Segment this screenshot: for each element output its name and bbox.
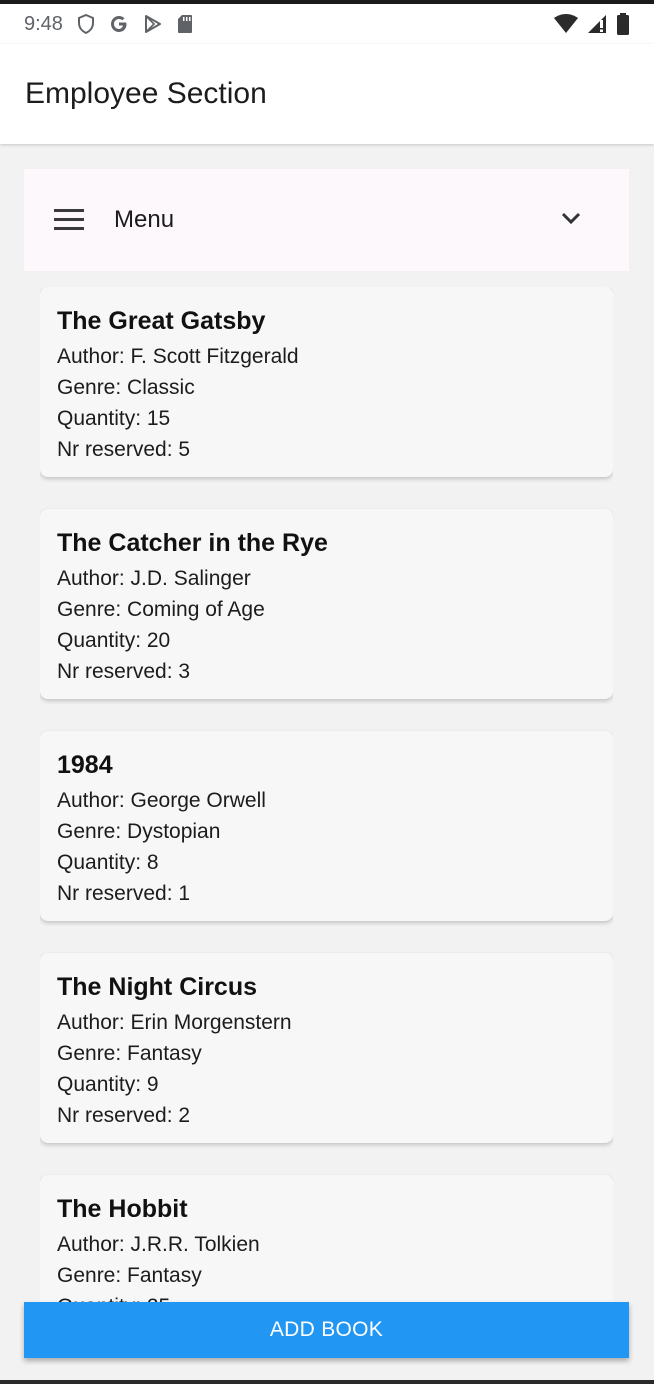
book-title: The Hobbit — [57, 1195, 188, 1223]
book-genre: Genre: Dystopian — [57, 820, 221, 843]
book-title: 1984 — [57, 751, 113, 779]
book-genre: Genre: Classic — [57, 376, 195, 399]
book-card[interactable]: The Catcher in the Rye Author: J.D. Sali… — [40, 509, 613, 699]
book-quantity: Quantity: 20 — [57, 629, 171, 652]
book-author: Author: Erin Morgenstern — [57, 1011, 292, 1034]
bottom-edge — [0, 1380, 654, 1384]
page-title: Employee Section — [25, 77, 267, 110]
signal-icon — [586, 14, 608, 34]
shield-icon — [77, 14, 95, 34]
book-author: Author: J.R.R. Tolkien — [57, 1233, 260, 1256]
book-quantity: Quantity: 9 — [57, 1073, 159, 1096]
play-store-icon — [143, 14, 163, 34]
menu-dropdown[interactable]: Menu — [24, 169, 629, 271]
book-reserved: Nr reserved: 5 — [57, 438, 191, 461]
book-quantity: Quantity: 15 — [57, 407, 171, 430]
book-card[interactable]: The Night Circus Author: Erin Morgenster… — [40, 953, 613, 1143]
book-card[interactable]: The Great Gatsby Author: F. Scott Fitzge… — [40, 287, 613, 477]
book-card[interactable]: 1984 Author: George Orwell Genre: Dystop… — [40, 731, 613, 921]
book-quantity: Quantity: 8 — [57, 851, 159, 874]
book-quantity: Quantity: 25 — [57, 1291, 596, 1302]
wifi-icon — [554, 14, 578, 34]
google-icon — [109, 14, 129, 34]
book-title: The Night Circus — [57, 973, 258, 1001]
book-reserved: Nr reserved: 1 — [57, 882, 191, 905]
book-list[interactable]: The Great Gatsby Author: F. Scott Fitzge… — [40, 287, 613, 1302]
add-book-button[interactable]: ADD BOOK — [24, 1302, 629, 1358]
book-author: Author: F. Scott Fitzgerald — [57, 345, 299, 368]
book-genre: Genre: Fantasy — [57, 1042, 202, 1065]
book-reserved: Nr reserved: 3 — [57, 660, 191, 683]
app-bar: Employee Section — [0, 44, 654, 144]
sd-card-icon — [177, 14, 193, 34]
book-genre: Genre: Fantasy — [57, 1264, 202, 1287]
book-author: Author: George Orwell — [57, 789, 266, 812]
status-time: 9:48 — [24, 12, 63, 35]
battery-icon — [616, 13, 630, 35]
menu-label: Menu — [114, 206, 175, 233]
hamburger-icon[interactable] — [54, 209, 84, 231]
chevron-down-icon[interactable] — [560, 211, 582, 227]
book-author: Author: J.D. Salinger — [57, 567, 251, 590]
status-bar: 9:48 — [0, 4, 654, 44]
book-genre: Genre: Coming of Age — [57, 598, 265, 621]
book-reserved: Nr reserved: 2 — [57, 1104, 191, 1127]
book-card[interactable]: The Hobbit Author: J.R.R. Tolkien Genre:… — [40, 1175, 613, 1302]
book-title: The Catcher in the Rye — [57, 529, 328, 557]
book-title: The Great Gatsby — [57, 307, 266, 335]
